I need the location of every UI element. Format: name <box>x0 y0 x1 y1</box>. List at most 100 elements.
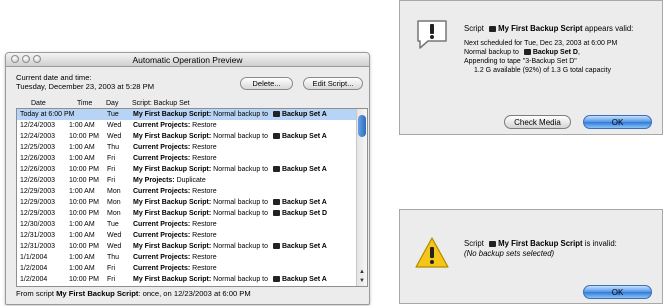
row-time: 10:00 PM <box>69 210 99 217</box>
row-script-name: Current Projects: <box>133 232 191 239</box>
list-row[interactable]: 12/29/2003 10:00 PM Mon My First Backup Scr… <box>17 197 356 208</box>
row-script-name: My First Backup Script: <box>133 166 212 173</box>
edit-script-button[interactable]: Edit Script... <box>303 77 363 90</box>
row-day: Mon <box>107 199 121 206</box>
row-time: 1:00 AM <box>69 232 95 239</box>
row-time: 10:00 PM <box>69 276 99 283</box>
row-script-name: Current Projects: <box>133 221 191 228</box>
backup-set-icon <box>272 276 280 282</box>
row-action: Restore <box>190 188 217 195</box>
list-row[interactable]: 1/2/2004 10:00 PM Fri My First Backup Scrip… <box>17 274 356 285</box>
backup-action-suffix: , <box>577 49 580 56</box>
row-day: Wed <box>107 243 122 250</box>
row-script: Current Projects: Restore <box>133 219 217 230</box>
row-script: My First Backup Script: Normal backup to… <box>133 164 327 175</box>
list-row[interactable]: 12/31/2003 1:00 AM Wed Current Projects: Re… <box>17 230 356 241</box>
row-date: 12/24/2003 <box>20 133 56 140</box>
ok-button[interactable]: OK <box>583 115 652 129</box>
row-date: 12/31/2003 <box>20 232 56 239</box>
list-row[interactable]: 12/26/2003 10:00 PM Fri My First Backup Scr… <box>17 164 356 175</box>
list-row[interactable]: 12/26/2003 10:00 PM Fri My Projects: Duplic… <box>17 175 356 186</box>
row-day: Thu <box>107 144 120 151</box>
row-script: My First Backup Script: Normal backup to… <box>133 131 327 142</box>
row-day: Thu <box>107 254 120 261</box>
list-row[interactable]: 12/24/2003 1:00 AM Wed Current Projects: Re… <box>17 120 356 131</box>
valid-script-name: My First Backup Script <box>498 24 583 33</box>
row-backup-set: Backup Set A <box>281 276 327 283</box>
row-day: Fri <box>107 166 116 173</box>
list-row[interactable]: 1/2/2004 1:00 AM Fri Current Projects: Rest… <box>17 263 356 274</box>
row-script-name: My First Backup Script: <box>133 276 212 283</box>
invalid-line1-suffix: is invalid: <box>582 239 617 248</box>
invalid-reason: (No backup sets selected) <box>464 249 555 258</box>
list-row[interactable]: 1/1/2004 1:00 AM Thu Current Projects: Rest… <box>17 252 356 263</box>
row-script-name: My Projects: <box>133 177 175 184</box>
row-action: Restore <box>190 254 217 261</box>
row-day: Wed <box>107 232 122 239</box>
row-script: Current Projects: Restore <box>133 120 217 131</box>
delete-button[interactable]: Delete... <box>240 77 293 90</box>
list-row[interactable]: 12/26/2003 1:00 AM Fri Current Projects: Re… <box>17 153 356 164</box>
row-backup-set: Backup Set A <box>281 111 327 118</box>
row-script: Current Projects: Restore <box>133 263 217 274</box>
row-script-name: Current Projects: <box>133 155 191 162</box>
valid-dialog-message: Script My First Backup Script appears va… <box>464 24 633 75</box>
row-backup-set: Backup Set A <box>281 166 327 173</box>
list-row[interactable]: 12/29/2003 10:00 PM Mon My First Backup Scr… <box>17 208 356 219</box>
row-day: Wed <box>107 122 122 129</box>
list-row[interactable]: Today at 6:00 PM Tue My First Backup Scrip… <box>17 109 356 120</box>
row-action: Normal backup to <box>211 166 270 173</box>
valid-line1-suffix: appears valid: <box>582 24 634 33</box>
row-script: My First Backup Script: Normal backup to… <box>133 197 327 208</box>
row-script: Current Projects: Restore <box>133 186 217 197</box>
list-row[interactable]: 12/24/2003 10:00 PM Wed My First Backup Scr… <box>17 131 356 142</box>
row-time: 1:00 AM <box>69 265 95 272</box>
row-day: Fri <box>107 265 116 272</box>
ok-button[interactable]: OK <box>583 285 652 299</box>
row-script-name: Current Projects: <box>133 188 191 195</box>
check-media-button[interactable]: Check Media <box>504 115 571 129</box>
list-row[interactable]: 12/31/2003 10:00 PM Wed My First Backup Scr… <box>17 241 356 252</box>
list-row[interactable]: 12/25/2003 1:00 AM Thu Current Projects: Re… <box>17 142 356 153</box>
row-date: 12/30/2003 <box>20 221 56 228</box>
row-backup-set: Backup Set A <box>281 133 327 140</box>
backup-set-icon <box>272 111 280 117</box>
row-time: 10:00 PM <box>69 243 99 250</box>
scrollbar-thumb[interactable] <box>358 115 366 137</box>
row-backup-set: Backup Set A <box>281 243 327 250</box>
row-action: Normal backup to <box>211 276 270 283</box>
row-action: Restore <box>190 265 217 272</box>
row-action: Normal backup to <box>211 111 270 118</box>
row-time: 1:00 AM <box>69 155 95 162</box>
row-time: 10:00 PM <box>69 199 99 206</box>
row-script: Current Projects: Restore <box>133 252 217 263</box>
operations-list[interactable]: Today at 6:00 PM Tue My First Backup Scrip… <box>16 108 368 287</box>
row-day: Wed <box>107 133 122 140</box>
title-bar[interactable]: Automatic Operation Preview <box>6 53 369 67</box>
row-script-name: My First Backup Script: <box>133 133 212 140</box>
list-scrollbar[interactable]: ▲ ▼ <box>356 109 367 286</box>
row-backup-set: Backup Set D <box>281 210 328 217</box>
window-title: Automatic Operation Preview <box>132 55 243 65</box>
row-time: 1:00 AM <box>69 122 95 129</box>
script-valid-dialog: Script My First Backup Script appears va… <box>399 0 663 135</box>
row-time: 1:00 AM <box>69 188 95 195</box>
list-row[interactable]: 12/30/2003 1:00 AM Tue Current Projects: Re… <box>17 219 356 230</box>
scroll-down-arrow-icon[interactable]: ▼ <box>357 277 367 286</box>
list-row[interactable]: 12/29/2003 1:00 AM Mon Current Projects: Re… <box>17 186 356 197</box>
backup-action-prefix: Normal backup to <box>464 49 521 56</box>
row-date: Today at 6:00 PM <box>20 111 75 118</box>
row-script: My First Backup Script: Normal backup to… <box>133 109 327 120</box>
invalid-dialog-message: Script My First Backup Script is invalid… <box>464 239 617 259</box>
invalid-line1-prefix: Script <box>464 239 487 248</box>
row-script: My First Backup Script: Normal backup to… <box>133 241 327 252</box>
row-day: Fri <box>107 155 116 162</box>
row-date: 1/2/2004 <box>20 276 48 283</box>
current-date-time: Current date and time: Tuesday, December… <box>16 73 154 91</box>
row-time: 1:00 AM <box>69 144 95 151</box>
scroll-up-arrow-icon[interactable]: ▲ <box>357 268 367 277</box>
row-script-name: Current Projects: <box>133 254 191 261</box>
capacity-text: 1.2 G available (92%) of 1.3 G total cap… <box>474 67 611 74</box>
row-day: Mon <box>107 210 121 217</box>
row-day: Tue <box>107 221 119 228</box>
